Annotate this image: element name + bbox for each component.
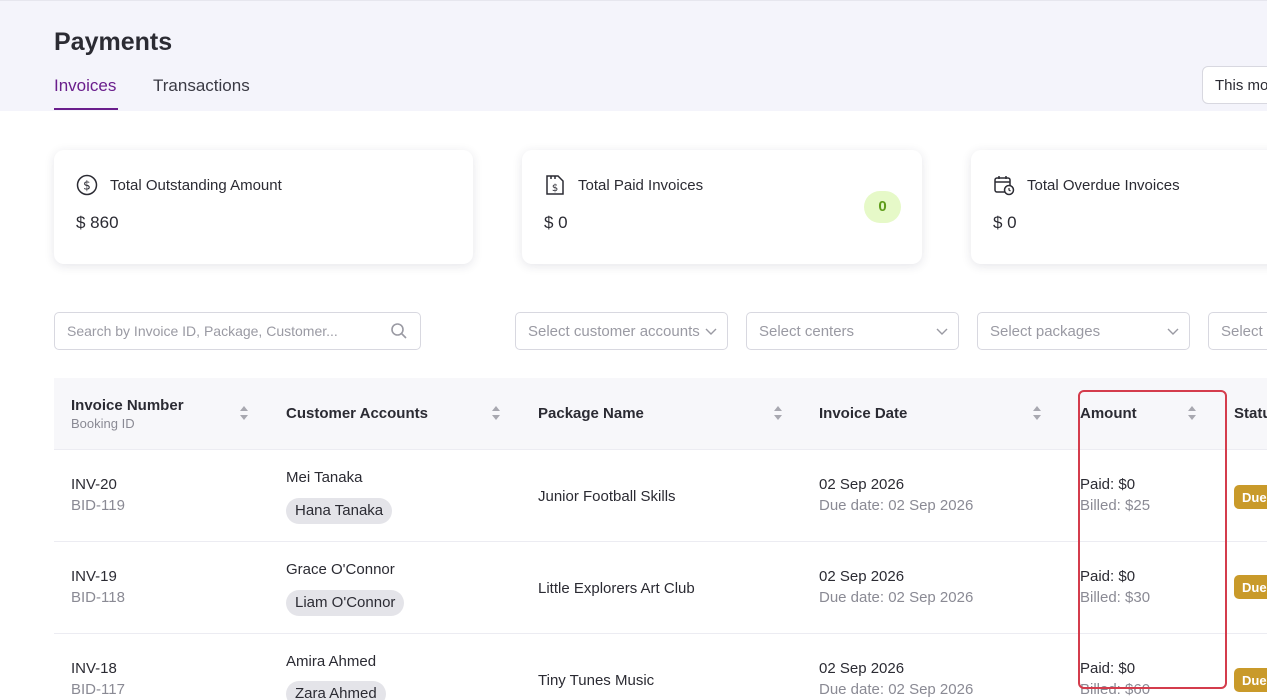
card-label: Total Paid Invoices (578, 177, 704, 194)
col-package-name[interactable]: Package Name (538, 405, 644, 422)
select-placeholder: Select (1221, 323, 1263, 340)
invoice-date: 02 Sep 2026 (819, 660, 905, 677)
status-badge: Due (1234, 575, 1267, 599)
customer-accounts-select[interactable]: Select customer accounts (515, 312, 728, 350)
select-placeholder: Select packages (990, 323, 1101, 340)
invoice-date: 02 Sep 2026 (819, 476, 905, 493)
due-date: Due date: 02 Sep 2026 (819, 681, 974, 698)
sort-icon[interactable] (1032, 404, 1042, 422)
paid-count-badge: 0 (864, 191, 901, 223)
period-select[interactable]: This mo (1202, 66, 1267, 104)
tab-invoices[interactable]: Invoices (54, 76, 118, 110)
svg-text:$: $ (83, 179, 91, 193)
customer-name: Grace O'Connor (286, 561, 395, 578)
col-invoice-date[interactable]: Invoice Date (819, 405, 907, 422)
chevron-down-icon (705, 328, 717, 335)
invoice-number[interactable]: INV-20 (71, 476, 117, 493)
chevron-down-icon (936, 328, 948, 335)
booking-id: BID-118 (71, 589, 125, 606)
child-chip: Hana Tanaka (286, 498, 393, 524)
col-invoice-number[interactable]: Invoice Number (71, 397, 184, 414)
calendar-clock-icon (994, 176, 1015, 196)
packages-select[interactable]: Select packages (977, 312, 1190, 350)
card-value: $ 0 (544, 213, 568, 232)
booking-id: BID-119 (71, 497, 125, 514)
select-placeholder: Select centers (759, 323, 855, 340)
package-name: Little Explorers Art Club (538, 580, 695, 597)
tab-transactions-label: Transactions (153, 76, 250, 95)
child-chip: Liam O'Connor (286, 590, 405, 616)
status-badge: Due (1234, 668, 1267, 692)
chevron-down-icon (1167, 328, 1179, 335)
booking-id: BID-117 (71, 681, 125, 698)
search-input[interactable]: Search by Invoice ID, Package, Customer.… (54, 312, 421, 350)
overdue-invoices-card: Total Overdue Invoices $ 0 (971, 150, 1267, 264)
invoice-number[interactable]: INV-18 (71, 660, 117, 677)
tab-invoices-label: Invoices (54, 76, 117, 95)
svg-text:$: $ (552, 183, 558, 194)
col-customer-accounts[interactable]: Customer Accounts (286, 405, 428, 422)
centers-select[interactable]: Select centers (746, 312, 959, 350)
card-value: $ 860 (76, 213, 119, 232)
outstanding-amount-card: $ Total Outstanding Amount $ 860 (54, 150, 473, 264)
select-placeholder: Select customer accounts (528, 323, 700, 340)
paid-invoices-card: $ Total Paid Invoices $ 0 0 (522, 150, 922, 264)
package-name: Tiny Tunes Music (538, 672, 655, 689)
col-status[interactable]: Statu (1234, 405, 1267, 422)
card-label: Total Overdue Invoices (1027, 177, 1180, 194)
tab-transactions[interactable]: Transactions (153, 76, 250, 96)
customer-name: Amira Ahmed (286, 653, 377, 670)
invoice-date: 02 Sep 2026 (819, 568, 905, 585)
card-value: $ 0 (993, 213, 1017, 232)
amount-column-highlight (1078, 390, 1227, 689)
card-label: Total Outstanding Amount (110, 177, 282, 194)
paid-invoice-icon: $ (546, 175, 564, 195)
due-date: Due date: 02 Sep 2026 (819, 589, 974, 606)
search-icon (391, 323, 407, 339)
search-placeholder: Search by Invoice ID, Package, Customer.… (67, 323, 338, 339)
col-booking-id: Booking ID (71, 416, 135, 431)
active-tab-indicator (54, 108, 118, 110)
status-badge: Due (1234, 485, 1267, 509)
child-chip: Zara Ahmed (286, 681, 386, 700)
due-date: Due date: 02 Sep 2026 (819, 497, 974, 514)
package-name: Junior Football Skills (538, 488, 676, 505)
page-title: Payments (54, 28, 173, 56)
sort-icon[interactable] (239, 404, 249, 422)
customer-name: Mei Tanaka (286, 469, 363, 486)
sort-icon[interactable] (491, 404, 501, 422)
invoice-number[interactable]: INV-19 (71, 568, 117, 585)
fourth-select[interactable]: Select (1208, 312, 1267, 350)
dollar-circle-icon: $ (76, 174, 98, 196)
sort-icon[interactable] (773, 404, 783, 422)
